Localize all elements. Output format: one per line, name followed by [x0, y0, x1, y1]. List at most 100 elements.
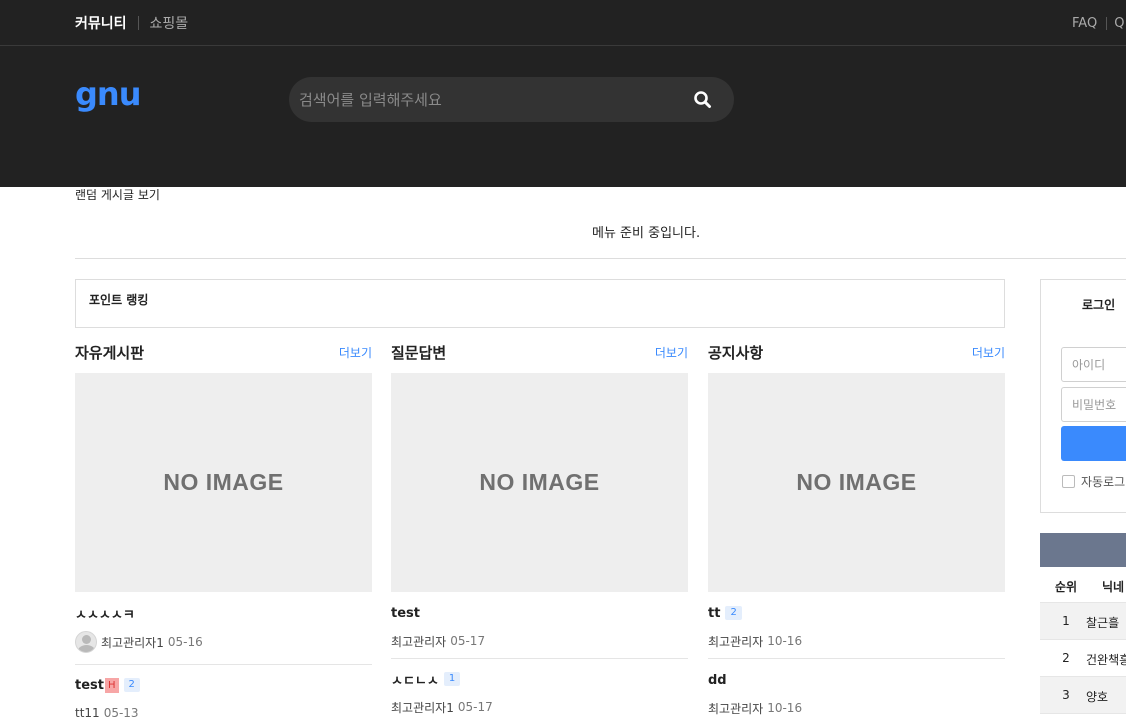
- more-link[interactable]: 더보기: [655, 344, 688, 361]
- post-meta: 최고관리자 10-16: [708, 698, 1005, 718]
- list-item[interactable]: tt 2 최고관리자 10-16: [708, 604, 1005, 651]
- login-button[interactable]: [1061, 426, 1126, 461]
- table-row: 2 건완책흥: [1040, 640, 1126, 677]
- auto-login-checkbox[interactable]: [1062, 475, 1075, 488]
- logo-gnu: gnu: [75, 75, 141, 113]
- post-author[interactable]: 최고관리자1: [391, 699, 454, 716]
- no-image-text: NO IMAGE: [163, 469, 284, 495]
- list-item[interactable]: ㅅㄷㄴㅅ 1 최고관리자1 05-17: [391, 670, 688, 717]
- more-link[interactable]: 더보기: [339, 344, 372, 361]
- board-title[interactable]: 질문답변: [391, 342, 446, 363]
- board-free: 자유게시판 더보기 NO IMAGE ㅅㅅㅅㅅㅋ 최고관리자1 05-16 te…: [75, 340, 372, 720]
- post-title-text: tt: [708, 605, 721, 621]
- more-link[interactable]: 더보기: [972, 344, 1005, 361]
- post-date: 05-16: [167, 635, 203, 649]
- comment-count-badge: 1: [443, 672, 461, 686]
- post-date: 10-16: [767, 634, 803, 648]
- no-image-text: NO IMAGE: [479, 469, 600, 495]
- rank-nickname[interactable]: 찰근흘: [1086, 614, 1119, 631]
- list-item[interactable]: test 최고관리자 05-17: [391, 604, 688, 651]
- ranking-table-header: 순위 닉네: [1040, 567, 1126, 603]
- avatar: [75, 631, 97, 653]
- board-thumbnail[interactable]: NO IMAGE: [75, 373, 372, 592]
- post-title[interactable]: tt 2: [708, 604, 1005, 622]
- board-thumbnail[interactable]: NO IMAGE: [391, 373, 688, 592]
- top-right-divider: [1106, 16, 1108, 30]
- list-item[interactable]: dd 최고관리자 10-16: [708, 671, 1005, 718]
- search-icon: [694, 91, 711, 108]
- top-nav: 커뮤니티 쇼핑몰: [75, 0, 188, 46]
- post-divider: [75, 664, 372, 665]
- post-author[interactable]: 최고관리자1: [101, 634, 164, 651]
- table-row: 3 양호: [1040, 677, 1126, 714]
- post-meta: tt11 05-13: [75, 703, 372, 721]
- ranking-table: 순위 닉네 1 찰근흘 2 건완책흥 3 양호: [1040, 567, 1126, 714]
- qa-link[interactable]: Q: [1114, 16, 1124, 31]
- search-input[interactable]: [299, 77, 679, 122]
- post-divider: [708, 658, 1005, 659]
- rank-nickname[interactable]: 양호: [1086, 688, 1108, 705]
- post-title[interactable]: test: [391, 604, 688, 622]
- post-author[interactable]: 최고관리자: [708, 700, 763, 717]
- site-logo[interactable]: gnuboard: [75, 74, 242, 453]
- post-date: 05-13: [103, 706, 139, 720]
- rank-number: 1: [1062, 614, 1070, 628]
- post-author[interactable]: 최고관리자: [708, 633, 763, 650]
- comment-count-badge: 2: [123, 678, 140, 692]
- search-bar: [289, 77, 734, 122]
- post-title[interactable]: ㅅㅅㅅㅅㅋ: [75, 604, 372, 623]
- post-title-text: dd: [708, 672, 727, 688]
- post-title[interactable]: ㅅㄷㄴㅅ 1: [391, 670, 688, 689]
- nav-community[interactable]: 커뮤니티: [75, 13, 127, 33]
- random-posts-link[interactable]: 랜덤 게시글 보기: [75, 186, 160, 203]
- board-header: 질문답변 더보기: [391, 340, 688, 364]
- post-meta: 최고관리자 05-17: [391, 631, 688, 651]
- post-title-text: test: [75, 677, 104, 693]
- login-id-input[interactable]: [1061, 347, 1126, 382]
- rank-col-header: 순위: [1054, 580, 1078, 594]
- table-row: 1 찰근흘: [1040, 603, 1126, 640]
- hot-badge: H: [104, 677, 119, 693]
- top-right-links: FAQ Q: [1072, 0, 1124, 46]
- post-date: 05-17: [457, 700, 493, 714]
- site-header: gnuboard: [0, 46, 1126, 453]
- nav-divider: [137, 16, 139, 30]
- ranking-header-bar: [1040, 533, 1126, 567]
- top-bar: 커뮤니티 쇼핑몰 FAQ Q: [0, 0, 1126, 46]
- point-ranking-box: 포인트 랭킹: [75, 279, 1005, 328]
- auto-login-option[interactable]: 자동로그: [1062, 473, 1125, 490]
- login-title: 로그인: [1082, 298, 1116, 312]
- board-header: 자유게시판 더보기: [75, 340, 372, 364]
- post-title-text: ㅅㅅㅅㅅㅋ: [75, 607, 135, 623]
- login-password-input[interactable]: [1061, 387, 1126, 422]
- post-date: 10-16: [767, 701, 803, 715]
- post-author[interactable]: 최고관리자: [391, 633, 446, 650]
- section-divider: [75, 258, 1126, 259]
- rank-number: 3: [1062, 688, 1070, 702]
- board-header: 공지사항 더보기: [708, 340, 1005, 364]
- board-qa: 질문답변 더보기 NO IMAGE test 최고관리자 05-17 ㅅㄷㄴㅅ …: [391, 340, 688, 715]
- faq-link[interactable]: FAQ: [1072, 16, 1097, 31]
- search-button[interactable]: [691, 88, 715, 112]
- post-meta: 최고관리자1 05-17: [391, 697, 688, 717]
- post-divider: [391, 658, 688, 659]
- rank-number: 2: [1062, 651, 1070, 665]
- menu-notice-text: 메뉴 준비 중입니다.: [592, 226, 701, 241]
- no-image-text: NO IMAGE: [796, 469, 917, 495]
- post-title[interactable]: dd: [708, 671, 1005, 689]
- board-notice: 공지사항 더보기 NO IMAGE tt 2 최고관리자 10-16 dd 최고…: [708, 340, 1005, 716]
- post-title[interactable]: test H 2: [75, 676, 372, 694]
- list-item[interactable]: ㅅㅅㅅㅅㅋ 최고관리자1 05-16: [75, 604, 372, 653]
- post-meta: 최고관리자1 05-16: [75, 631, 372, 653]
- rank-nickname[interactable]: 건완책흥: [1086, 651, 1126, 668]
- board-title[interactable]: 공지사항: [708, 342, 763, 363]
- comment-count-badge: 2: [725, 606, 742, 620]
- board-title[interactable]: 자유게시판: [75, 342, 144, 363]
- post-author[interactable]: tt11: [75, 706, 100, 720]
- post-meta: 최고관리자 10-16: [708, 631, 1005, 651]
- point-ranking-title: 포인트 랭킹: [89, 293, 149, 307]
- nav-shopping[interactable]: 쇼핑몰: [150, 13, 189, 33]
- list-item[interactable]: test H 2 tt11 05-13: [75, 676, 372, 721]
- board-thumbnail[interactable]: NO IMAGE: [708, 373, 1005, 592]
- login-box: 로그인 자동로그: [1040, 279, 1126, 513]
